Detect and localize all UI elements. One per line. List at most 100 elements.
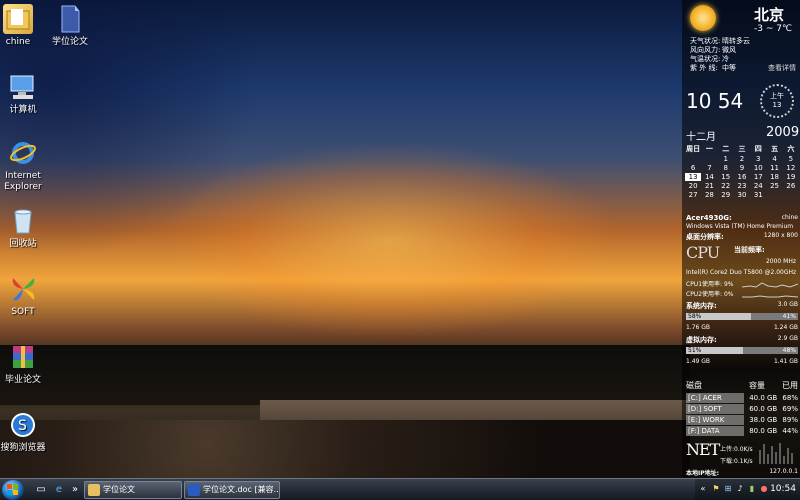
desktop-icon-label: 计算机 [9, 105, 37, 115]
network-download: 下载:0.1K/s [720, 458, 753, 465]
calendar-day[interactable]: 20 [685, 182, 701, 190]
memory-label: 系统内存: [686, 302, 717, 310]
calendar-day[interactable]: 27 [685, 191, 701, 199]
system-tray: « ⚑ ⊞ ♪ ▮ ● 10:54 [695, 479, 800, 500]
disk-col-used: 已用 [782, 381, 798, 390]
cpu-frequency-label: 当前频率: [734, 246, 765, 254]
disk-row[interactable]: [F:] DATA 80.0 GB 44% [686, 426, 798, 436]
cpu-logo-icon: CPU [686, 243, 720, 262]
tray-app-icon[interactable]: ● [759, 484, 769, 494]
calendar-weekday-header: 六 [787, 145, 795, 153]
calendar-day[interactable]: 1 [718, 155, 734, 163]
disk-row[interactable]: [E:] WORK 38.0 GB 89% [686, 415, 798, 425]
cpu-frequency-value: 2000 MHz [765, 258, 796, 265]
calendar-day[interactable]: 13 [685, 173, 702, 181]
desktop-icon-recycle-bin[interactable]: 回收站 [0, 206, 53, 250]
calendar-day[interactable]: 28 [701, 191, 717, 199]
taskbar-button-word-doc[interactable]: 学位论文.doc [兼容... [184, 481, 280, 499]
cpu-model: Intel(R) Core2 Duo T5800 @2.00GHz [686, 269, 797, 276]
ie-quicklaunch-icon[interactable]: e [52, 483, 66, 496]
desktop-icon-sogou-browser[interactable]: S 搜狗浏览器 [0, 410, 53, 454]
calendar-day[interactable]: 6 [685, 164, 701, 172]
calendar-weekday-header: 周日 [686, 145, 701, 153]
memory-total: 3.0 GB [777, 301, 798, 308]
calendar-day[interactable]: 30 [734, 191, 750, 199]
start-button[interactable] [2, 480, 24, 500]
disk-row[interactable]: [D:] SOFT 60.0 GB 69% [686, 404, 798, 414]
calendar-day[interactable]: 2 [734, 155, 750, 163]
calendar-day[interactable]: 15 [718, 173, 734, 181]
disk-name: [C:] ACER [686, 393, 744, 403]
tray-battery-icon[interactable]: ▮ [747, 484, 757, 494]
calendar-day[interactable]: 11 [766, 164, 782, 172]
calendar-day[interactable]: 21 [701, 182, 717, 190]
disk-size: 40.0 GB [749, 394, 778, 402]
virtual-memory-total: 2.9 GB [777, 335, 798, 342]
disk-size: 60.0 GB [749, 405, 778, 413]
weather-row-value: 中等 [722, 64, 736, 72]
desktop-icon-soft[interactable]: SOFT [0, 274, 53, 318]
virtual-memory-used: 1.49 GB [686, 358, 711, 365]
tray-network-icon[interactable]: ⊞ [723, 484, 733, 494]
calendar-day[interactable]: 19 [783, 173, 799, 181]
taskbar-clock[interactable]: 10:54 [770, 484, 796, 494]
show-desktop-icon[interactable]: ▭ [34, 483, 48, 496]
calendar-weekday-header: 四 [754, 145, 762, 153]
wallpaper-treeline [0, 345, 690, 405]
calendar-day[interactable]: 23 [734, 182, 750, 190]
calendar-day[interactable]: 22 [718, 182, 734, 190]
tray-volume-icon[interactable]: ♪ [735, 484, 745, 494]
desktop-icon-computer[interactable]: 计算机 [0, 72, 53, 116]
folder-icon [3, 4, 33, 34]
taskbar-button-thesis-folder[interactable]: 学位论文 [84, 481, 182, 499]
calendar-day[interactable]: 24 [750, 182, 766, 190]
taskbar-button-label: 学位论文 [103, 485, 135, 494]
desktop-icon-label: 回收站 [9, 239, 37, 249]
disk-row[interactable]: [C:] ACER 40.0 GB 68% [686, 393, 798, 403]
desktop-icon-label: 搜狗浏览器 [0, 443, 46, 453]
disk-col-name: 磁盘 [686, 381, 702, 390]
calendar-day[interactable]: 17 [750, 173, 766, 181]
memory-used-pct: 58% [688, 313, 702, 320]
virtual-memory-label: 虚拟内存: [686, 336, 717, 344]
desktop-icon-graduation-thesis[interactable]: 毕业论文 [0, 342, 53, 386]
calendar-empty-cell [701, 155, 717, 163]
sun-icon [690, 5, 716, 31]
tray-shield-icon[interactable]: ⚑ [711, 484, 721, 494]
calendar-day[interactable]: 26 [783, 182, 799, 190]
weather-row: 紫 外 线: 中等 [690, 63, 736, 73]
wallpaper-rocks [0, 420, 690, 478]
network-upload: 上传:0.0K/s [720, 446, 753, 453]
calendar-day[interactable]: 18 [766, 173, 782, 181]
network-ip-value: 127.0.0.1 [769, 468, 798, 475]
taskbar: ▭ e » 学位论文 学位论文.doc [兼容... « ⚑ ⊞ ♪ ▮ ● 1… [0, 478, 800, 500]
cpu1-usage-text: CPU1使用率: 9% [686, 281, 734, 288]
calendar-weekday-header: 一 [705, 145, 713, 153]
virtual-memory-free-pct: 48% [782, 347, 796, 354]
calendar-day[interactable]: 5 [783, 155, 799, 163]
cpu1-usage: CPU1使用率: 9% [686, 279, 798, 289]
calendar-day[interactable]: 14 [701, 173, 717, 181]
disk-size: 80.0 GB [749, 427, 778, 435]
weather-details-link[interactable]: 查看详情 [768, 63, 796, 73]
calendar-day[interactable]: 31 [750, 191, 766, 199]
calendar-day[interactable]: 29 [718, 191, 734, 199]
clock-day: 13 [772, 101, 782, 109]
calendar-day[interactable]: 9 [734, 164, 750, 172]
calendar-day[interactable]: 12 [783, 164, 799, 172]
desktop-icon-internet-explorer[interactable]: Internet Explorer [0, 138, 53, 193]
calendar-empty-cell [766, 191, 782, 199]
ie-icon [8, 138, 38, 168]
disk-name: [D:] SOFT [686, 404, 744, 414]
switch-windows-icon[interactable]: » [68, 483, 82, 496]
tray-expand-icon[interactable]: « [698, 484, 708, 494]
calendar-day[interactable]: 7 [701, 164, 717, 172]
calendar-day[interactable]: 4 [766, 155, 782, 163]
desktop-icon-thesis[interactable]: 学位论文 [40, 4, 100, 48]
disk-name: [F:] DATA [686, 426, 744, 436]
calendar-day[interactable]: 10 [750, 164, 766, 172]
calendar-day[interactable]: 8 [718, 164, 734, 172]
calendar-day[interactable]: 3 [750, 155, 766, 163]
calendar-day[interactable]: 16 [734, 173, 750, 181]
calendar-day[interactable]: 25 [766, 182, 782, 190]
